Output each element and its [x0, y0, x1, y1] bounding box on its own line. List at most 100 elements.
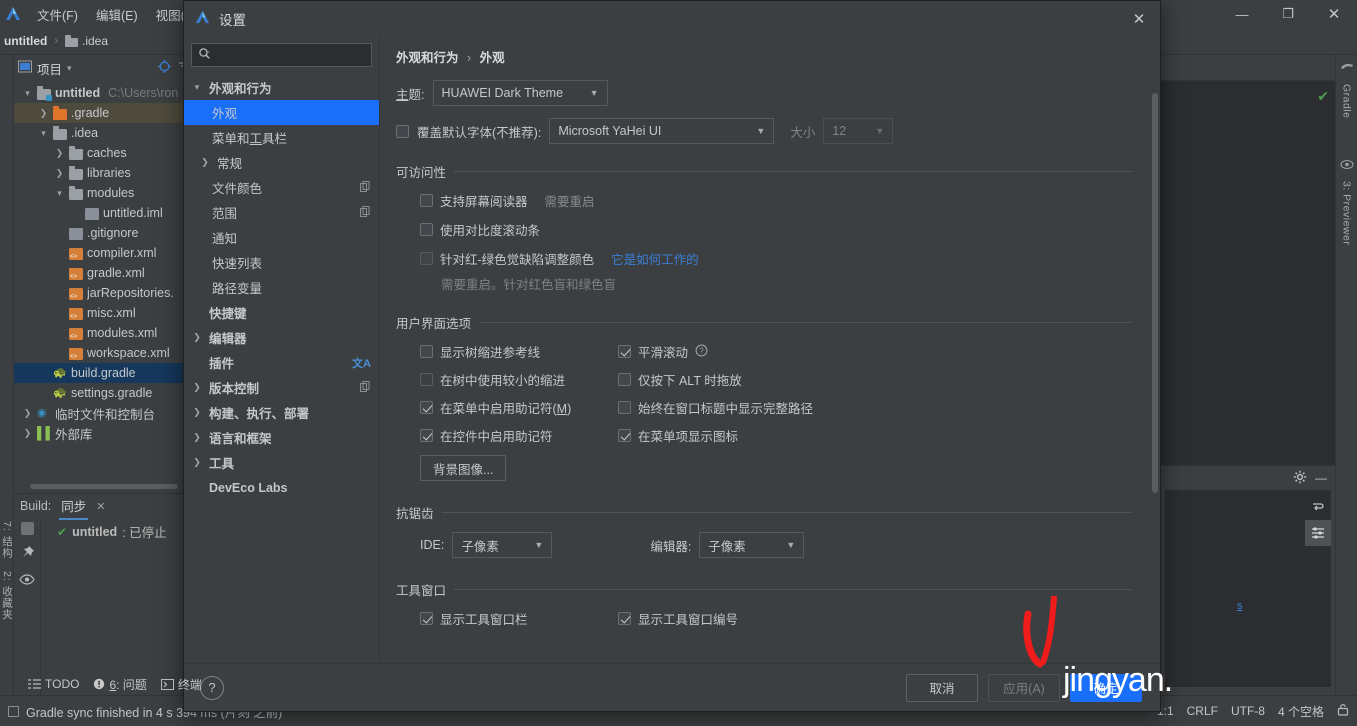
tree-row[interactable]: compiler.xml [14, 243, 196, 263]
tree-row[interactable]: ❯ libraries [14, 163, 196, 183]
breadcrumb[interactable]: untitled › .idea [0, 34, 108, 48]
tree-row[interactable]: ❯ caches [14, 143, 196, 163]
contrast-scrollbar-checkbox[interactable] [420, 223, 433, 236]
build-tab-close-icon[interactable]: ✕ [96, 500, 105, 513]
menu-edit[interactable]: 编辑(E) [87, 2, 147, 27]
control-mnemonics-checkbox[interactable] [420, 429, 433, 442]
settings-category-13[interactable]: ❯ 构建、执行、部署 [184, 400, 379, 425]
menu-file[interactable]: 文件(F) [28, 2, 87, 27]
menu-icons-checkbox[interactable] [618, 429, 631, 442]
tree-row[interactable]: workspace.xml [14, 343, 196, 363]
show-toolwindow-numbers-checkbox[interactable] [618, 612, 631, 625]
settings-category-7[interactable]: 快速列表 [184, 250, 379, 275]
tree-expand-arrow[interactable]: ❯ [22, 408, 33, 419]
settings-category-3[interactable]: ❯ 常规 [184, 150, 379, 175]
screen-reader-checkbox[interactable] [420, 194, 433, 207]
tree-row[interactable]: ▾ .idea [14, 123, 196, 143]
antialiasing-ide-select[interactable]: 子像素 ▼ [452, 532, 553, 558]
settings-category-4[interactable]: 文件颜色 [184, 175, 379, 200]
antialiasing-editor-select[interactable]: 子像素 ▼ [699, 532, 805, 558]
smaller-indent-row[interactable]: 在树中使用较小的缩进 [396, 370, 618, 389]
settings-search-input[interactable] [215, 47, 374, 63]
show-toolwindow-bars-checkbox[interactable] [420, 612, 433, 625]
menu-mnemonics-checkbox[interactable] [420, 401, 433, 414]
contrast-scrollbar-row[interactable]: 使用对比度滚动条 [396, 220, 1132, 239]
pin-icon[interactable] [20, 545, 35, 563]
control-mnemonics-row[interactable]: 在控件中启用助记符 [396, 426, 618, 445]
colorblind-checkbox[interactable] [420, 252, 433, 265]
lock-icon[interactable] [1337, 703, 1349, 719]
tree-indent-guides-row[interactable]: 显示树缩进参考线 [396, 342, 618, 361]
tree-row[interactable]: gradle.xml [14, 263, 196, 283]
settings-category-2[interactable]: 菜单和工具栏 [184, 125, 379, 150]
tree-expand-arrow[interactable]: ❯ [54, 168, 65, 179]
rail-previewer[interactable]: 3: Previewer [1341, 181, 1353, 245]
refresh-icon[interactable] [1305, 494, 1331, 520]
theme-select[interactable]: HUAWEI Dark Theme ▼ [432, 80, 608, 106]
font-override-checkbox[interactable] [396, 124, 409, 138]
settings-category-1[interactable]: 外观 [184, 100, 379, 125]
full-path-title-row[interactable]: 始终在窗口标题中显示完整路径 [618, 398, 1132, 417]
close-window-button[interactable]: ✕ [1311, 0, 1357, 28]
tree-expand-arrow[interactable]: ▾ [38, 128, 49, 139]
settings-category-12[interactable]: ❯ 版本控制 [184, 375, 379, 400]
maximize-button[interactable]: ❐ [1265, 0, 1311, 28]
file-encoding[interactable]: UTF-8 [1231, 704, 1265, 718]
build-result-item[interactable]: ✔ untitled : 已停止 [41, 522, 196, 541]
build-tab-sync[interactable]: 同步 [59, 493, 89, 520]
tree-indent-guides-checkbox[interactable] [420, 345, 433, 358]
category-expand-arrow[interactable]: ❯ [190, 407, 204, 418]
alt-dnd-checkbox[interactable] [618, 373, 631, 386]
rail-structure[interactable]: 7: 结构 [0, 515, 15, 565]
tool-tab-terminal[interactable]: 终端 [160, 676, 202, 693]
gear-icon[interactable] [1293, 470, 1307, 487]
category-expand-arrow[interactable]: ❯ [190, 332, 204, 343]
settings-sliders-icon[interactable] [1305, 520, 1331, 546]
locate-icon[interactable] [157, 59, 172, 77]
screen-reader-row[interactable]: 支持屏幕阅读器 需要重启 [396, 191, 1132, 210]
settings-close-button[interactable]: ✕ [1122, 5, 1156, 33]
tree-row[interactable]: untitled.iml [14, 203, 196, 223]
settings-category-5[interactable]: 范围 [184, 200, 379, 225]
help-button[interactable]: ? [200, 675, 224, 700]
cancel-button[interactable]: 取消 [906, 673, 978, 702]
settings-category-9[interactable]: 快捷键 [184, 300, 379, 325]
tree-expand-arrow[interactable]: ▾ [22, 88, 33, 99]
tree-row[interactable]: .gitignore [14, 223, 196, 243]
ok-button[interactable]: 确定 [1070, 673, 1142, 702]
tree-row[interactable]: jarRepositories. [14, 283, 196, 303]
settings-category-10[interactable]: ❯ 编辑器 [184, 325, 379, 350]
font-family-select[interactable]: Microsoft YaHei UI ▼ [549, 118, 775, 144]
tree-row[interactable]: modules.xml [14, 323, 196, 343]
category-expand-arrow[interactable]: ❯ [190, 432, 204, 443]
tree-row[interactable]: ❯ .gradle [14, 103, 196, 123]
tool-tab-problems[interactable]: 6: 问题 [93, 676, 147, 693]
show-toolwindow-bars-row[interactable]: 显示工具窗口栏 [396, 609, 618, 628]
line-ending[interactable]: CRLF [1187, 704, 1218, 718]
settings-category-11[interactable]: 插件 文A [184, 350, 379, 375]
smooth-scrolling-checkbox[interactable] [618, 345, 631, 358]
project-horizontal-scrollbar[interactable] [30, 484, 178, 489]
tree-row[interactable]: ▾ untitled C:\Users\ron [14, 83, 196, 103]
alt-dnd-row[interactable]: 仅按下 ALT 时拖放 [618, 370, 1132, 389]
menu-icons-row[interactable]: 在菜单项显示图标 [618, 426, 1132, 445]
settings-category-6[interactable]: 通知 [184, 225, 379, 250]
smaller-indent-checkbox[interactable] [420, 373, 433, 386]
show-toolwindow-numbers-row[interactable]: 显示工具窗口编号 [618, 609, 1132, 628]
menu-mnemonics-row[interactable]: 在菜单中启用助记符(M) [396, 398, 618, 417]
tree-row[interactable]: 🐢 build.gradle [14, 363, 196, 383]
rail-favorites[interactable]: 2: 收藏夹 [0, 565, 15, 626]
category-expand-arrow[interactable]: ❯ [198, 157, 212, 168]
tree-row[interactable]: ▾ modules [14, 183, 196, 203]
full-path-title-checkbox[interactable] [618, 401, 631, 414]
category-expand-arrow[interactable]: ❯ [190, 457, 204, 468]
tree-expand-arrow[interactable]: ❯ [54, 148, 65, 159]
settings-search-box[interactable] [191, 43, 374, 67]
settings-category-15[interactable]: ❯ 工具 [184, 450, 379, 475]
tool-tab-todo[interactable]: TODO [28, 677, 79, 691]
tree-row[interactable]: ❯ ▌▌ 外部库 [14, 423, 196, 443]
colorblind-help-link[interactable]: 它是如何工作的 [611, 249, 699, 268]
tree-expand-arrow[interactable]: ❯ [22, 428, 33, 439]
settings-category-16[interactable]: DevEco Labs [184, 475, 379, 500]
minimize-button[interactable]: — [1219, 0, 1265, 28]
